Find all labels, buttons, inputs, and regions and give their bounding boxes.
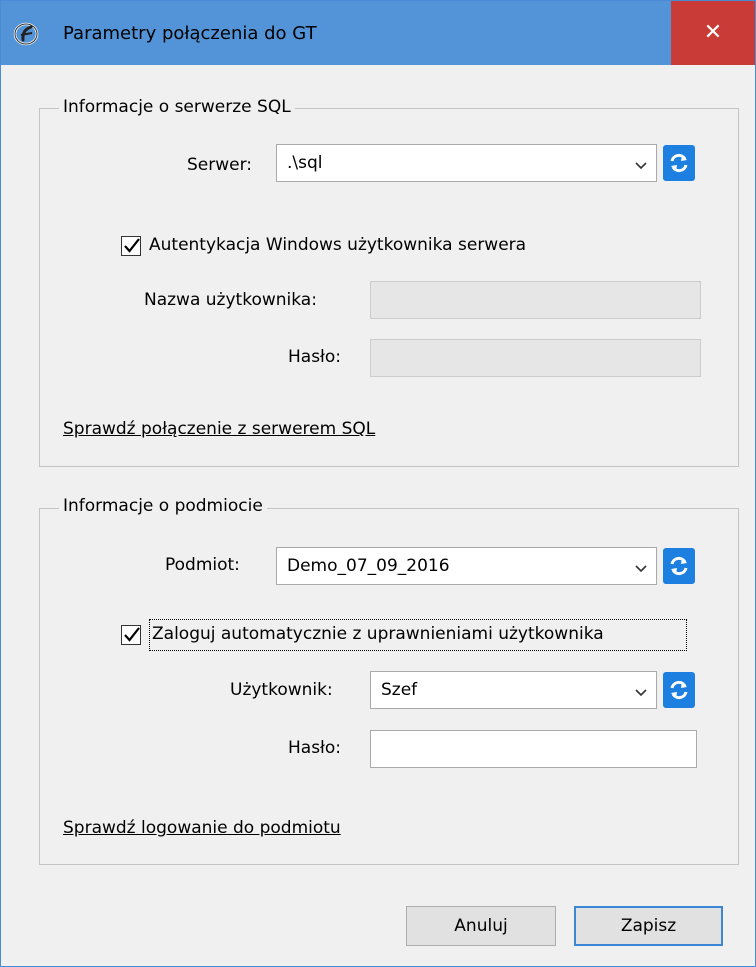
refresh-icon xyxy=(670,153,688,173)
user-label: Użytkownik: xyxy=(230,680,333,700)
test-entity-login-link[interactable]: Sprawdź logowanie do podmiotu xyxy=(63,818,341,838)
username-field[interactable] xyxy=(370,281,701,319)
entity-combobox[interactable]: Demo_07_09_2016 xyxy=(276,547,657,585)
server-refresh-button[interactable] xyxy=(663,145,695,181)
entity-group-legend: Informacje o podmiocie xyxy=(59,496,267,516)
checkmark-icon xyxy=(124,627,140,642)
sql-password-label: Hasło: xyxy=(288,347,342,367)
close-icon: ✕ xyxy=(703,20,723,45)
server-combobox-value: .\sql xyxy=(287,153,323,173)
windows-auth-checkbox[interactable] xyxy=(121,236,141,256)
entity-label: Podmiot: xyxy=(165,555,240,575)
dialog-window: Parametry połączenia do GT ✕ Informacje … xyxy=(0,0,756,967)
refresh-icon xyxy=(670,680,688,700)
test-sql-connection-link[interactable]: Sprawdź połączenie z serwerem SQL xyxy=(63,419,375,439)
entity-combobox-value: Demo_07_09_2016 xyxy=(287,556,450,576)
sql-password-input[interactable] xyxy=(371,340,700,376)
refresh-icon xyxy=(670,556,688,576)
window-title: Parametry połączenia do GT xyxy=(63,23,317,44)
username-label: Nazwa użytkownika: xyxy=(144,290,317,310)
entity-password-label: Hasło: xyxy=(288,738,342,758)
chevron-down-icon xyxy=(634,560,648,573)
save-button[interactable]: Zapisz xyxy=(574,906,723,946)
sql-server-group-legend: Informacje o serwerze SQL xyxy=(59,97,295,117)
app-logo-icon xyxy=(13,21,43,47)
entity-password-field[interactable] xyxy=(370,730,697,768)
windows-auth-label[interactable]: Autentykacja Windows użytkownika serwera xyxy=(149,235,526,255)
entity-password-input[interactable] xyxy=(371,731,696,767)
username-input[interactable] xyxy=(371,282,700,318)
auto-login-label[interactable]: Zaloguj automatycznie z uprawnieniami uż… xyxy=(152,624,604,644)
cancel-button[interactable]: Anuluj xyxy=(406,906,556,946)
user-combobox-value: Szef xyxy=(381,680,418,700)
chevron-down-icon xyxy=(634,684,648,697)
server-combobox[interactable]: .\sql xyxy=(276,144,657,182)
user-combobox[interactable]: Szef xyxy=(370,671,657,709)
title-bar[interactable]: Parametry połączenia do GT ✕ xyxy=(1,1,755,65)
server-label: Serwer: xyxy=(187,155,253,175)
auto-login-checkbox[interactable] xyxy=(121,625,141,645)
close-button[interactable]: ✕ xyxy=(671,1,755,65)
user-refresh-button[interactable] xyxy=(663,672,695,708)
checkmark-icon xyxy=(124,238,140,253)
sql-password-field[interactable] xyxy=(370,339,701,377)
chevron-down-icon xyxy=(634,157,648,170)
entity-refresh-button[interactable] xyxy=(663,548,695,584)
